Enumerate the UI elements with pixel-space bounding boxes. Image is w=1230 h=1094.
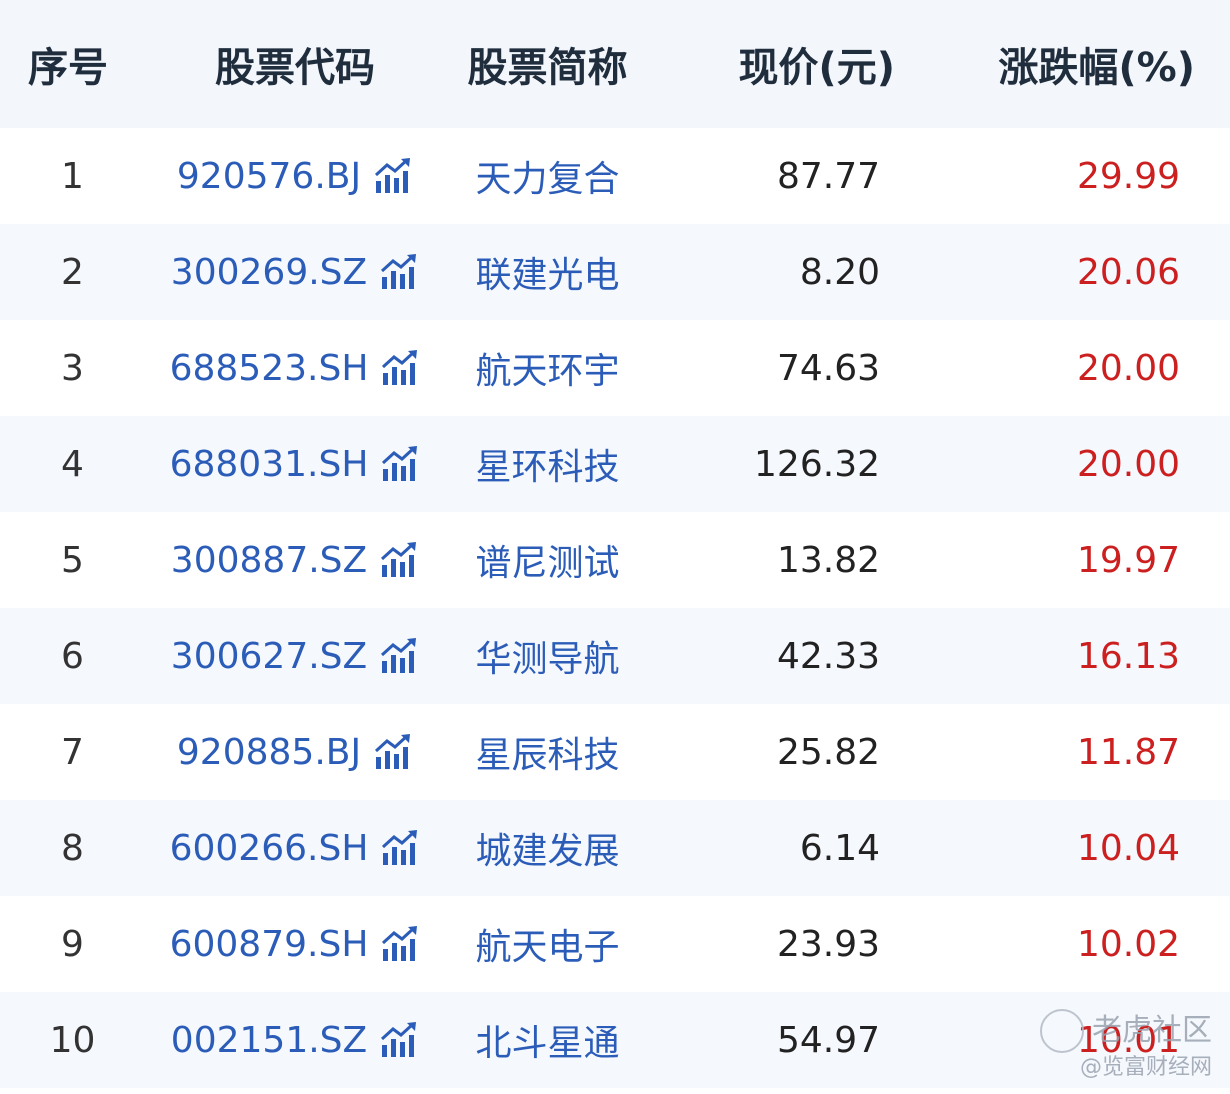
price-cell: 87.77 — [776, 155, 880, 197]
stock-name-link[interactable]: 北斗星通 — [445, 1014, 650, 1066]
trend-chart-icon[interactable] — [379, 541, 419, 579]
table-row[interactable]: 9 600879.SH 航天电子 23.93 10.02 — [0, 896, 1230, 992]
price-cell: 23.93 — [776, 923, 880, 965]
table-row[interactable]: 7 920885.BJ 星辰科技 25.82 11.87 — [0, 704, 1230, 800]
header-price[interactable]: 现价(元) — [650, 35, 895, 93]
stock-name-link[interactable]: 天力复合 — [445, 150, 650, 202]
trend-chart-icon[interactable] — [380, 829, 420, 867]
tiger-logo-icon — [1040, 1009, 1084, 1054]
stock-code-link[interactable]: 002151.SZ — [171, 1020, 367, 1061]
row-index: 3 — [61, 347, 84, 389]
stock-name-link[interactable]: 华测导航 — [445, 630, 650, 682]
table-row[interactable]: 6 300627.SZ 华测导航 42.33 16.13 — [0, 608, 1230, 704]
trend-chart-icon[interactable] — [379, 253, 419, 291]
row-index: 7 — [61, 731, 84, 773]
stock-code-cell: 920576.BJ — [145, 156, 445, 197]
change-cell: 20.06 — [1076, 251, 1180, 293]
stock-table: 序号 股票代码 股票简称 现价(元) 涨跌幅(%) 1 920576.BJ 天力复合… — [0, 0, 1230, 1088]
stock-name-link[interactable]: 谱尼测试 — [445, 534, 650, 586]
change-cell: 29.99 — [1076, 155, 1180, 197]
change-cell: 20.00 — [1076, 443, 1180, 485]
table-row[interactable]: 8 600266.SH 城建发展 6.14 10.04 — [0, 800, 1230, 896]
table-body: 1 920576.BJ 天力复合 87.77 29.99 2 300269.SZ 联建光电 8.… — [0, 128, 1230, 1088]
header-index: 序号 — [28, 45, 108, 91]
stock-code-link[interactable]: 600266.SH — [170, 828, 369, 869]
watermark-line1: 老虎社区 — [1092, 1013, 1212, 1049]
price-cell: 126.32 — [754, 443, 880, 485]
stock-code-link[interactable]: 688031.SH — [170, 444, 369, 485]
stock-code-cell: 300269.SZ — [145, 252, 445, 293]
stock-code-link[interactable]: 300887.SZ — [171, 540, 367, 581]
stock-code-cell: 600879.SH — [145, 924, 445, 965]
stock-code-cell: 300627.SZ — [145, 636, 445, 677]
price-cell: 25.82 — [776, 731, 880, 773]
table-header: 序号 股票代码 股票简称 现价(元) 涨跌幅(%) — [0, 0, 1230, 128]
stock-code-cell: 300887.SZ — [145, 540, 445, 581]
change-cell: 10.04 — [1076, 827, 1180, 869]
table-row[interactable]: 4 688031.SH 星环科技 126.32 20.00 — [0, 416, 1230, 512]
header-code[interactable]: 股票代码 — [145, 35, 445, 93]
table-row[interactable]: 2 300269.SZ 联建光电 8.20 20.06 — [0, 224, 1230, 320]
trend-chart-icon[interactable] — [380, 445, 420, 483]
header-change[interactable]: 涨跌幅(%) — [895, 35, 1195, 93]
change-cell: 20.00 — [1076, 347, 1180, 389]
price-cell: 54.97 — [776, 1019, 880, 1061]
change-cell: 11.87 — [1076, 731, 1180, 773]
stock-code-cell: 688031.SH — [145, 444, 445, 485]
row-index: 2 — [61, 251, 84, 293]
watermark-line2: @览富财经网 — [1079, 1055, 1212, 1081]
stock-code-link[interactable]: 688523.SH — [170, 348, 369, 389]
table-row[interactable]: 3 688523.SH 航天环宇 74.63 20.00 — [0, 320, 1230, 416]
stock-code-cell: 920885.BJ — [145, 732, 445, 773]
header-name[interactable]: 股票简称 — [445, 35, 650, 93]
watermark: 老虎社区 @览富财经网 — [1040, 1009, 1212, 1084]
table-row[interactable]: 5 300887.SZ 谱尼测试 13.82 19.97 — [0, 512, 1230, 608]
row-index: 6 — [61, 635, 84, 677]
stock-code-link[interactable]: 300269.SZ — [171, 252, 367, 293]
row-index: 10 — [49, 1019, 96, 1061]
change-cell: 19.97 — [1076, 539, 1180, 581]
row-index: 9 — [61, 923, 84, 965]
stock-code-link[interactable]: 600879.SH — [170, 924, 369, 965]
table-row[interactable]: 1 920576.BJ 天力复合 87.77 29.99 — [0, 128, 1230, 224]
change-cell: 16.13 — [1076, 635, 1180, 677]
row-index: 5 — [61, 539, 84, 581]
stock-name-link[interactable]: 星辰科技 — [445, 726, 650, 778]
row-index: 1 — [61, 155, 84, 197]
stock-code-cell: 600266.SH — [145, 828, 445, 869]
trend-chart-icon[interactable] — [373, 733, 413, 771]
price-cell: 42.33 — [776, 635, 880, 677]
stock-name-link[interactable]: 联建光电 — [445, 246, 650, 298]
stock-code-cell: 002151.SZ — [145, 1020, 445, 1061]
stock-code-cell: 688523.SH — [145, 348, 445, 389]
trend-chart-icon[interactable] — [379, 1021, 419, 1059]
trend-chart-icon[interactable] — [380, 349, 420, 387]
stock-code-link[interactable]: 300627.SZ — [171, 636, 367, 677]
trend-chart-icon[interactable] — [379, 637, 419, 675]
trend-chart-icon[interactable] — [373, 157, 413, 195]
change-cell: 10.02 — [1076, 923, 1180, 965]
stock-name-link[interactable]: 航天环宇 — [445, 342, 650, 394]
row-index: 4 — [61, 443, 84, 485]
stock-name-link[interactable]: 星环科技 — [445, 438, 650, 490]
trend-chart-icon[interactable] — [380, 925, 420, 963]
stock-code-link[interactable]: 920576.BJ — [177, 156, 361, 197]
row-index: 8 — [61, 827, 84, 869]
stock-name-link[interactable]: 城建发展 — [445, 822, 650, 874]
price-cell: 8.20 — [799, 251, 880, 293]
stock-code-link[interactable]: 920885.BJ — [177, 732, 361, 773]
stock-name-link[interactable]: 航天电子 — [445, 918, 650, 970]
price-cell: 74.63 — [776, 347, 880, 389]
price-cell: 6.14 — [799, 827, 880, 869]
price-cell: 13.82 — [776, 539, 880, 581]
